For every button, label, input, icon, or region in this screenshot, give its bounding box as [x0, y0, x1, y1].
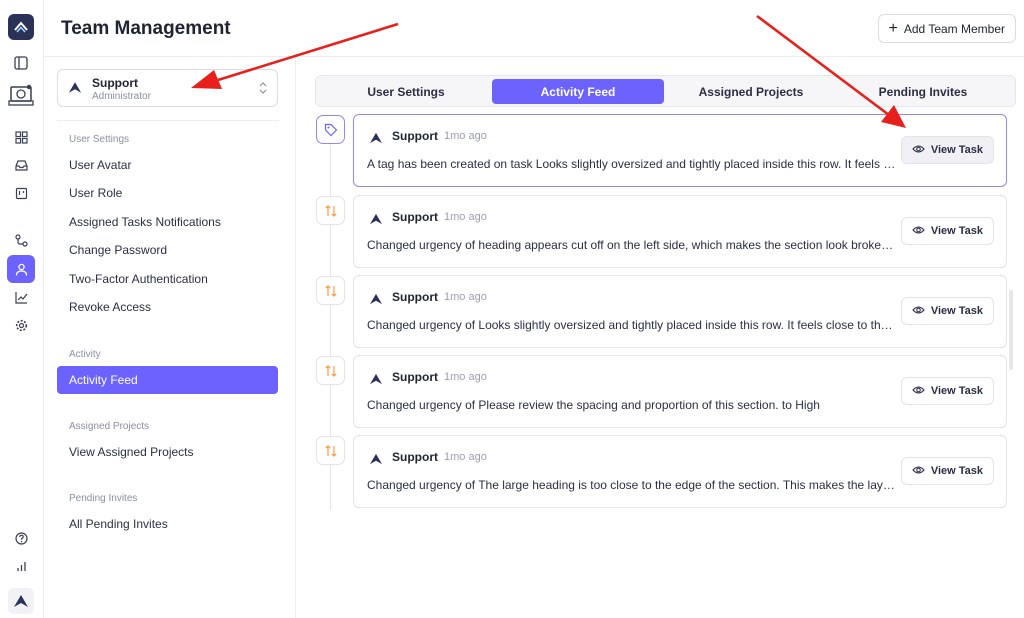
- activity-card: Support 1mo ago Changed urgency of The l…: [353, 435, 1007, 508]
- eye-icon: [912, 465, 925, 478]
- author-name: Support: [392, 129, 438, 143]
- sidebar-item-assigned-tasks-notifications[interactable]: Assigned Tasks Notifications: [57, 208, 278, 236]
- view-task-button[interactable]: View Task: [900, 457, 994, 485]
- activity-text: A tag has been created on task Looks sli…: [367, 157, 897, 171]
- swap-vertical-icon: [316, 436, 345, 465]
- eye-icon: [912, 225, 925, 238]
- sidebar-item-all-pending-invites[interactable]: All Pending Invites: [57, 510, 278, 538]
- timestamp: 1mo ago: [444, 130, 487, 142]
- section-label-assigned-projects: Assigned Projects: [69, 421, 150, 432]
- chevron-up-down-icon: [258, 81, 268, 100]
- activity-card: Support 1mo ago Changed urgency of Pleas…: [353, 355, 1007, 428]
- scrollbar-thumb[interactable]: [1009, 290, 1013, 370]
- view-task-button[interactable]: View Task: [900, 297, 994, 325]
- computer-network-icon[interactable]: [6, 82, 36, 110]
- activity-card: Support 1mo ago Changed urgency of Looks…: [353, 275, 1007, 348]
- tag-icon: [316, 115, 345, 144]
- author-name: Support: [392, 290, 438, 304]
- timestamp: 1mo ago: [444, 451, 487, 463]
- tab-user-settings[interactable]: User Settings: [320, 79, 492, 104]
- view-task-label: View Task: [930, 465, 983, 477]
- view-task-button[interactable]: View Task: [900, 377, 994, 405]
- app-logo-icon[interactable]: [8, 14, 34, 40]
- activity-text: Changed urgency of Please review the spa…: [367, 398, 820, 412]
- author-logo-icon: [369, 131, 383, 149]
- timestamp: 1mo ago: [444, 291, 487, 303]
- bar-chart-icon[interactable]: [10, 555, 32, 577]
- settings-sidebar: Support Administrator User Settings User…: [44, 57, 296, 618]
- workspace-role: Administrator: [92, 91, 151, 102]
- settings-gear-icon[interactable]: [10, 314, 32, 336]
- swap-vertical-icon: [316, 276, 345, 305]
- sidebar-item-user-avatar[interactable]: User Avatar: [57, 151, 278, 179]
- eye-icon: [912, 305, 925, 318]
- brand-logo-icon[interactable]: [8, 588, 34, 614]
- view-task-label: View Task: [930, 385, 983, 397]
- page-header: Team Management + Add Team Member: [44, 0, 1024, 57]
- activity-card: Support 1mo ago A tag has been created o…: [353, 114, 1007, 187]
- swap-vertical-icon: [316, 196, 345, 225]
- workspace-logo-icon: [68, 81, 82, 99]
- author-logo-icon: [369, 292, 383, 310]
- plus-icon: +: [888, 19, 898, 37]
- activity-text: Changed urgency of Looks slightly oversi…: [367, 318, 897, 332]
- sidebar-divider: [57, 120, 279, 121]
- workspace-switcher[interactable]: Support Administrator: [57, 69, 278, 107]
- sidebar-toggle-icon[interactable]: [10, 52, 32, 74]
- activity-card: Support 1mo ago Changed urgency of headi…: [353, 195, 1007, 268]
- author-logo-icon: [369, 372, 383, 390]
- eye-icon: [912, 385, 925, 398]
- author-logo-icon: [369, 452, 383, 470]
- add-team-member-button[interactable]: + Add Team Member: [877, 14, 1016, 43]
- sidebar-item-change-password[interactable]: Change Password: [57, 236, 278, 264]
- route-icon[interactable]: [10, 229, 32, 251]
- sidebar-item-view-assigned-projects[interactable]: View Assigned Projects: [57, 438, 278, 466]
- section-label-pending-invites: Pending Invites: [69, 493, 138, 504]
- user-icon[interactable]: [7, 255, 35, 283]
- eye-icon: [912, 144, 925, 157]
- author-logo-icon: [369, 212, 383, 230]
- page-title: Team Management: [61, 18, 231, 39]
- view-task-label: View Task: [930, 305, 983, 317]
- swap-vertical-icon: [316, 356, 345, 385]
- author-name: Support: [392, 370, 438, 384]
- view-task-button[interactable]: View Task: [900, 217, 994, 245]
- view-task-label: View Task: [930, 225, 983, 237]
- grid-icon[interactable]: [10, 126, 32, 148]
- author-name: Support: [392, 450, 438, 464]
- view-task-label: View Task: [930, 144, 983, 156]
- tab-pending-invites[interactable]: Pending Invites: [837, 79, 1009, 104]
- sidebar-item-revoke-access[interactable]: Revoke Access: [57, 293, 278, 321]
- timestamp: 1mo ago: [444, 211, 487, 223]
- sidebar-item-activity-feed[interactable]: Activity Feed: [57, 366, 278, 394]
- view-task-button[interactable]: View Task: [900, 136, 994, 164]
- section-label-user-settings: User Settings: [69, 134, 130, 145]
- author-name: Support: [392, 210, 438, 224]
- sidebar-item-two-factor-authentication[interactable]: Two-Factor Authentication: [57, 265, 278, 293]
- inbox-icon[interactable]: [10, 154, 32, 176]
- add-team-member-label: Add Team Member: [903, 21, 1005, 36]
- tab-activity-feed[interactable]: Activity Feed: [492, 79, 664, 104]
- activity-text: Changed urgency of The large heading is …: [367, 478, 897, 492]
- chart-line-icon[interactable]: [10, 286, 32, 308]
- activity-text: Changed urgency of heading appears cut o…: [367, 238, 897, 252]
- help-icon[interactable]: [10, 527, 32, 549]
- icon-rail: [0, 0, 44, 618]
- tab-bar: User Settings Activity Feed Assigned Pro…: [315, 75, 1016, 107]
- calendar-icon[interactable]: [10, 182, 32, 204]
- sidebar-item-user-role[interactable]: User Role: [57, 179, 278, 207]
- section-label-activity: Activity: [69, 349, 101, 360]
- tab-assigned-projects[interactable]: Assigned Projects: [665, 79, 837, 104]
- timestamp: 1mo ago: [444, 371, 487, 383]
- workspace-name: Support: [92, 76, 138, 90]
